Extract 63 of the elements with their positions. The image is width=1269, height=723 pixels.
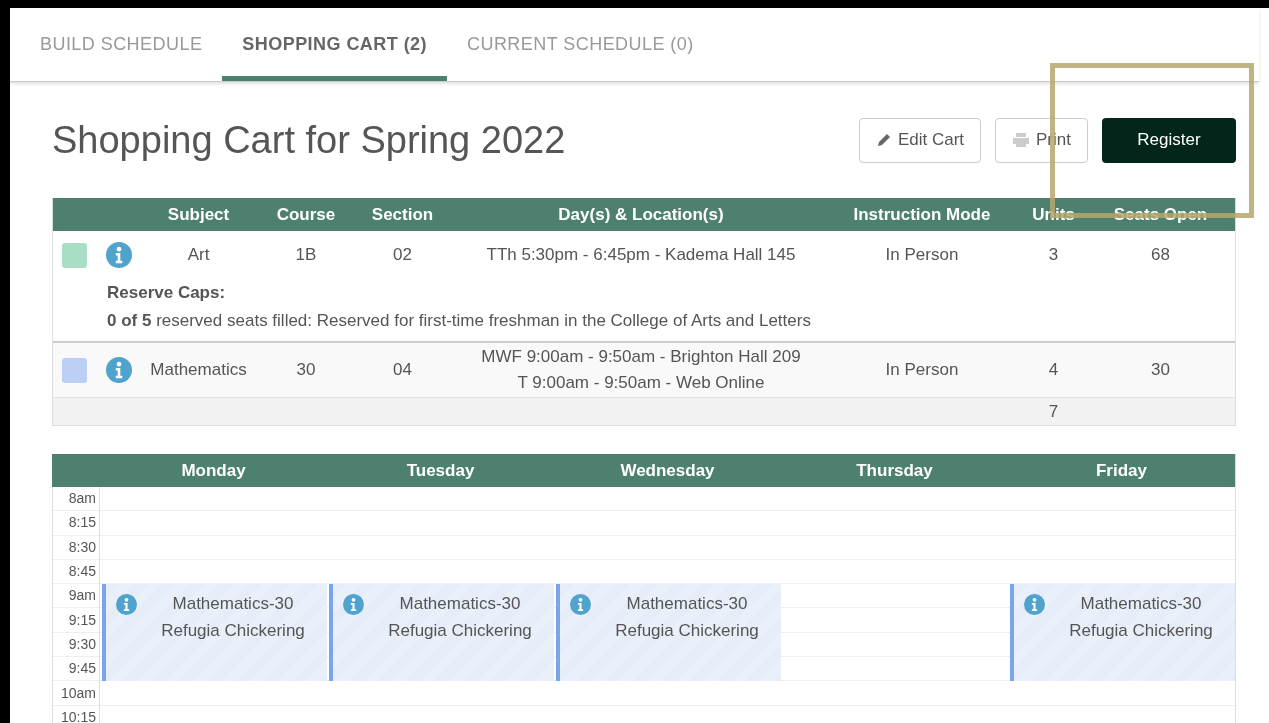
column-header: Instruction Mode — [852, 203, 992, 226]
seats-cell-text: 30 — [1150, 359, 1171, 382]
day-header: Thursday — [855, 459, 934, 482]
mode-cell-text: In Person — [884, 359, 960, 382]
column-header: Course — [275, 203, 337, 226]
time-label: 8:15 — [53, 511, 99, 536]
column-header: Units — [1031, 203, 1076, 226]
units-cell-text: 3 — [1047, 244, 1060, 267]
mode-cell-text: In Person — [884, 244, 960, 267]
column-header: Subject — [166, 203, 231, 226]
info-icon[interactable] — [116, 594, 137, 616]
day-header: Tuesday — [405, 459, 476, 482]
time-label: 8:30 — [53, 535, 99, 560]
page-title: Shopping Cart for Spring 2022 — [52, 117, 566, 163]
tab[interactable]: SHOPPING CART (2) — [222, 8, 447, 81]
info-icon[interactable] — [570, 594, 591, 616]
time-label: 8am — [53, 487, 99, 512]
calendar-event[interactable]: Mathematics-30 Refugia Chickering — [329, 584, 554, 682]
section-cell-text: 04 — [392, 359, 413, 382]
subject-cell-text: Art — [186, 244, 211, 267]
time-label: 9am — [53, 584, 99, 609]
event-title: Mathematics-30 — [172, 593, 294, 616]
event-instructor: Refugia Chickering — [161, 620, 305, 643]
section-cell-text: 02 — [392, 244, 413, 267]
time-label: 9:45 — [53, 657, 99, 682]
day-header: Monday — [180, 459, 247, 482]
units-cell-text: 4 — [1047, 359, 1060, 382]
event-instructor: Refugia Chickering — [615, 620, 759, 643]
column-header: Day(s) & Location(s) — [557, 203, 725, 226]
event-title: Mathematics-30 — [1080, 593, 1202, 616]
location-text: MWF 9:00am - 9:50am - Brighton Hall 209 — [481, 346, 801, 368]
location-text: T 9:00am - 9:50am - Web Online — [517, 372, 765, 394]
info-icon[interactable] — [105, 357, 132, 383]
day-header: Friday — [1095, 459, 1148, 482]
event-instructor: Refugia Chickering — [1069, 620, 1213, 643]
column-header: Section — [370, 203, 435, 226]
pencil-icon — [875, 132, 892, 148]
event-instructor: Refugia Chickering — [388, 620, 532, 643]
reserve-caps-label: Reserve Caps: — [107, 282, 227, 304]
printer-icon — [1012, 132, 1031, 148]
time-label: 9:15 — [53, 608, 99, 633]
course-cell-text: 30 — [295, 359, 317, 382]
location-text: TTh 5:30pm - 6:45pm - Kadema Hall 145 — [486, 244, 796, 266]
edit-cart-button[interactable]: Edit Cart — [858, 117, 982, 163]
info-icon[interactable] — [105, 242, 132, 268]
subject-cell-text: Mathematics — [149, 359, 248, 382]
event-title: Mathematics-30 — [399, 593, 521, 616]
calendar-event[interactable]: Mathematics-30 Refugia Chickering — [1010, 584, 1235, 682]
course-cell-text: 1B — [294, 244, 318, 267]
info-icon[interactable] — [1024, 594, 1045, 616]
seats-cell-text: 68 — [1150, 244, 1171, 267]
info-icon[interactable] — [343, 594, 364, 616]
time-label: 10:15 — [53, 705, 99, 723]
calendar-event[interactable]: Mathematics-30 Refugia Chickering — [556, 584, 781, 682]
event-title: Mathematics-30 — [626, 593, 748, 616]
time-label: 9:30 — [53, 632, 99, 658]
register-button[interactable]: Register — [1102, 117, 1236, 163]
time-label: 10am — [53, 681, 99, 706]
day-header: Wednesday — [619, 459, 716, 482]
total-units: 7 — [1047, 400, 1060, 423]
calendar-event[interactable]: Mathematics-30 Refugia Chickering — [102, 584, 327, 682]
reserve-caps-text: 0 of 5 reserved seats filled: Reserved for first-time freshman in the College of Arts and Letters — [107, 310, 812, 332]
time-label: 8:45 — [53, 559, 99, 585]
